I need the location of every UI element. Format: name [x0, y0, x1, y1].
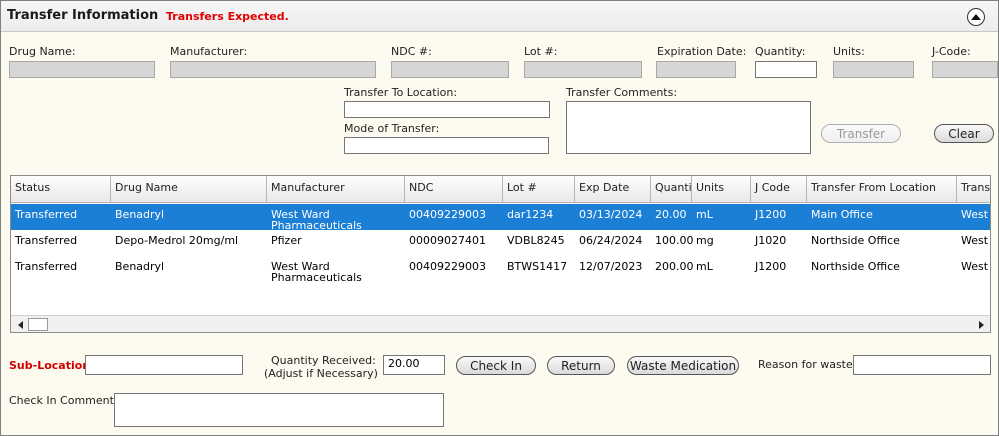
- cell-jcode: J1020: [755, 234, 787, 246]
- column-header-units[interactable]: Units: [692, 176, 751, 203]
- cell-manufacturer-line2: Pharmaceuticals: [271, 271, 362, 283]
- table-row[interactable]: Transferred Benadryl West Ward Pharmaceut…: [11, 204, 990, 231]
- mode-of-transfer-label: Mode of Transfer:: [344, 122, 440, 135]
- column-header-transfer-from-location[interactable]: Transfer From Location: [807, 176, 957, 203]
- quantity-received-label: Quantity Received:: [271, 354, 376, 367]
- cell-transfer-from: Northside Office: [811, 260, 900, 272]
- transfers-table: Status Drug Name Manufacturer NDC Lot # …: [10, 175, 991, 333]
- column-header-transfer-to[interactable]: Transf: [957, 176, 990, 203]
- ndc-field: [391, 61, 509, 78]
- cell-manufacturer-line1: Pfizer: [271, 234, 302, 246]
- units-field: [833, 61, 914, 78]
- column-header-drug-name[interactable]: Drug Name: [111, 176, 267, 203]
- cell-manufacturer: West Ward Pharmaceuticals: [267, 204, 362, 231]
- scrollbar-thumb[interactable]: [28, 318, 48, 331]
- ndc-label: NDC #:: [391, 45, 432, 58]
- panel-title: Transfer Information: [7, 8, 159, 23]
- transfer-information-panel: Transfer Information Transfers Expected.…: [0, 0, 999, 436]
- collapse-icon[interactable]: [967, 8, 985, 26]
- check-in-comments-label: Check In Comments:: [9, 394, 124, 407]
- transfer-comments-textarea[interactable]: [566, 101, 811, 154]
- check-in-comments-textarea[interactable]: [114, 393, 444, 427]
- cell-jcode: J1200: [755, 208, 787, 220]
- units-label: Units:: [833, 45, 865, 58]
- column-header-quantity[interactable]: Quanti: [651, 176, 692, 203]
- check-in-button[interactable]: Check In: [456, 356, 536, 375]
- quantity-label: Quantity:: [755, 45, 806, 58]
- cell-drug-name: Benadryl: [115, 260, 165, 272]
- column-header-ndc[interactable]: NDC: [405, 176, 503, 203]
- column-header-status[interactable]: Status: [11, 176, 111, 203]
- table-row[interactable]: Transferred Benadryl West Ward Pharmaceut…: [11, 256, 990, 283]
- lot-label: Lot #:: [524, 45, 558, 58]
- cell-ndc: 00009027401: [409, 234, 486, 246]
- cell-transfer-to: West S: [961, 260, 990, 272]
- transfer-button[interactable]: Transfer: [821, 124, 901, 143]
- cell-ndc: 00409229003: [409, 260, 486, 272]
- cell-quantity: 200.00: [655, 260, 694, 272]
- cell-units: mL: [696, 208, 713, 220]
- table-row[interactable]: Transferred Depo-Medrol 20mg/ml Pfizer 0…: [11, 230, 990, 256]
- cell-status: Transferred: [15, 260, 78, 272]
- quantity-received-input[interactable]: 20.00: [383, 355, 445, 375]
- jcode-label: J-Code:: [932, 45, 971, 58]
- transfer-comments-label: Transfer Comments:: [566, 86, 678, 99]
- cell-lot: VDBL8245: [507, 234, 565, 246]
- quantity-input[interactable]: [755, 61, 817, 78]
- cell-ndc: 00409229003: [409, 208, 486, 220]
- cell-drug-name: Benadryl: [115, 208, 165, 220]
- table-header: Status Drug Name Manufacturer NDC Lot # …: [11, 176, 990, 203]
- cell-transfer-to: West S: [961, 208, 990, 220]
- manufacturer-label: Manufacturer:: [170, 45, 248, 58]
- column-header-exp-date[interactable]: Exp Date: [575, 176, 651, 203]
- cell-status: Transferred: [15, 234, 78, 246]
- return-button[interactable]: Return: [547, 356, 615, 375]
- waste-medication-button[interactable]: Waste Medication: [627, 356, 739, 375]
- cell-manufacturer: West Ward Pharmaceuticals: [267, 256, 362, 283]
- transfer-to-location-label: Transfer To Location:: [344, 86, 458, 99]
- drug-name-label: Drug Name:: [9, 45, 76, 58]
- panel-header: Transfer Information Transfers Expected.: [1, 1, 998, 32]
- cell-status: Transferred: [15, 208, 78, 220]
- arrow-right-icon[interactable]: [973, 317, 989, 332]
- cell-drug-name: Depo-Medrol 20mg/ml: [115, 234, 239, 246]
- cell-quantity: 100.00: [655, 234, 694, 246]
- jcode-field: [932, 61, 998, 78]
- cell-lot: BTWS1417: [507, 260, 568, 272]
- transfer-to-location-input[interactable]: [344, 101, 550, 118]
- cell-units: mL: [696, 260, 713, 272]
- reason-for-waste-label: Reason for waste:: [758, 358, 857, 371]
- sub-location-input[interactable]: [85, 355, 243, 375]
- arrow-left-icon[interactable]: [12, 317, 28, 332]
- cell-exp-date: 06/24/2024: [579, 234, 643, 246]
- sub-location-label: Sub-Location:: [9, 359, 95, 372]
- manufacturer-field: [170, 61, 376, 78]
- expiration-date-label: Expiration Date:: [657, 45, 747, 58]
- cell-exp-date: 03/13/2024: [579, 208, 643, 220]
- column-header-jcode[interactable]: J Code: [751, 176, 807, 203]
- drug-name-field: [9, 61, 155, 78]
- cell-manufacturer: Pfizer: [267, 230, 302, 246]
- cell-transfer-from: Main Office: [811, 208, 873, 220]
- cell-jcode: J1200: [755, 260, 787, 272]
- cell-lot: dar1234: [507, 208, 554, 220]
- column-header-lot[interactable]: Lot #: [503, 176, 575, 203]
- mode-of-transfer-input[interactable]: [344, 137, 549, 154]
- cell-exp-date: 12/07/2023: [579, 260, 643, 272]
- expiration-date-field: [656, 61, 736, 78]
- cell-transfer-from: Northside Office: [811, 234, 900, 246]
- lot-field: [524, 61, 642, 78]
- reason-for-waste-input[interactable]: [853, 355, 991, 375]
- clear-button[interactable]: Clear: [934, 124, 994, 143]
- horizontal-scrollbar[interactable]: [11, 315, 990, 332]
- cell-transfer-to: West S: [961, 234, 990, 246]
- quantity-received-sublabel: (Adjust if Necessary): [264, 367, 378, 380]
- cell-units: mg: [696, 234, 714, 246]
- column-header-manufacturer[interactable]: Manufacturer: [267, 176, 405, 203]
- cell-quantity: 20.00: [655, 208, 687, 220]
- transfers-alert: Transfers Expected.: [166, 10, 289, 23]
